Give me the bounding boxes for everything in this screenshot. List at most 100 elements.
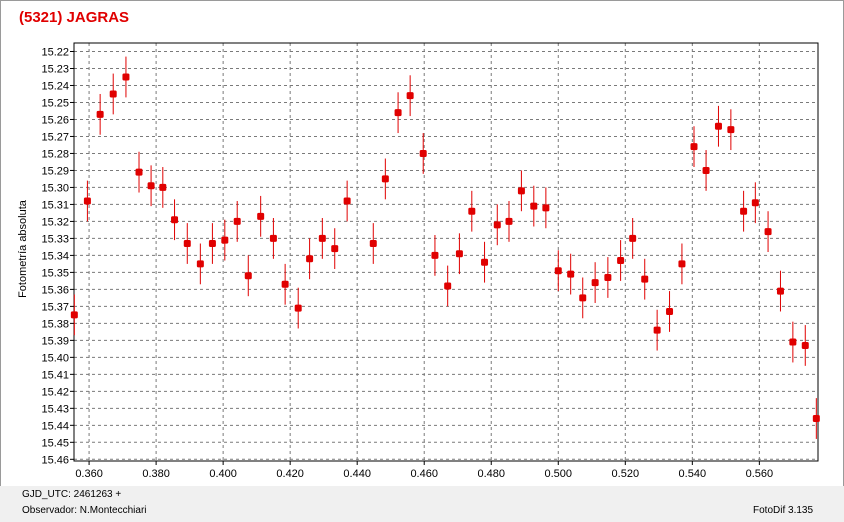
data-point <box>83 180 91 222</box>
y-tick-label: 15.45 <box>41 437 69 449</box>
data-point <box>171 199 179 241</box>
chart-panel: (5321) JAGRAS 15.22 15.23 15.24 15.25 15.26 1… <box>0 0 844 487</box>
data-point <box>517 170 525 212</box>
y-tick-label: 15.32 <box>41 216 69 228</box>
data-point <box>493 204 501 246</box>
data-point <box>269 218 277 259</box>
point-marker <box>244 272 252 280</box>
point-marker <box>281 280 289 288</box>
data-point <box>419 133 427 174</box>
y-tick-label: 15.29 <box>41 165 69 177</box>
data-point <box>678 243 686 285</box>
x-tick-label: 0.360 <box>75 468 103 480</box>
point-marker <box>702 166 710 174</box>
data-point <box>591 262 599 303</box>
data-point <box>629 218 637 259</box>
point-marker <box>801 341 809 349</box>
point-marker <box>542 204 550 212</box>
y-tick-label: 15.30 <box>41 182 69 194</box>
data-point <box>554 250 562 292</box>
data-point <box>306 238 314 280</box>
status-footer: GJD_UTC: 2461263 + Observador: N.Montecc… <box>0 486 844 522</box>
data-point <box>764 211 772 252</box>
data-point <box>70 294 78 336</box>
y-tick-label: 15.31 <box>41 199 69 211</box>
point-marker <box>554 267 562 275</box>
y-tick-label: 15.39 <box>41 335 69 347</box>
data-point <box>641 258 649 300</box>
data-point <box>727 109 735 151</box>
point-marker <box>727 126 735 134</box>
point-marker <box>306 255 314 263</box>
point-marker <box>96 110 104 118</box>
point-marker <box>468 207 476 215</box>
point-marker <box>666 307 674 315</box>
data-point <box>406 75 414 117</box>
data-point <box>740 190 748 232</box>
data-point <box>244 255 252 297</box>
point-marker <box>208 240 216 248</box>
point-marker <box>369 240 377 248</box>
data-point <box>431 235 439 276</box>
version-label: FotoDif 3.135 <box>753 505 814 516</box>
point-marker <box>617 256 625 264</box>
y-tick-label: 15.35 <box>41 267 69 279</box>
data-point <box>109 73 117 115</box>
point-marker <box>764 228 772 236</box>
data-point <box>789 321 797 363</box>
data-point <box>653 309 661 351</box>
data-point <box>444 265 452 307</box>
point-marker <box>221 236 229 244</box>
point-marker <box>233 217 241 225</box>
data-point <box>122 56 130 98</box>
y-tick-label: 15.33 <box>41 233 69 245</box>
point-marker <box>591 279 599 287</box>
point-marker <box>331 245 339 253</box>
data-point <box>702 150 710 191</box>
data-point <box>208 223 216 264</box>
data-point <box>812 398 820 439</box>
data-point <box>455 233 463 275</box>
data-point <box>567 253 575 295</box>
point-marker <box>183 240 191 248</box>
data-point <box>281 263 289 305</box>
point-marker <box>493 221 501 229</box>
data-point <box>579 277 587 319</box>
x-axis: 0.360 0.380 0.400 0.420 0.440 0.460 0.480 0.500… <box>75 461 773 480</box>
data-point <box>776 270 784 312</box>
point-marker <box>505 217 513 225</box>
y-axis-label: Fotometría absoluta <box>17 199 29 298</box>
y-tick-label: 15.38 <box>41 318 69 330</box>
y-tick-label: 15.23 <box>41 63 69 75</box>
point-marker <box>257 212 265 220</box>
y-tick-label: 15.42 <box>41 386 69 398</box>
point-marker <box>343 197 351 205</box>
data-point <box>801 325 809 366</box>
data-points <box>70 56 820 439</box>
point-marker <box>122 73 130 81</box>
point-marker <box>135 168 143 176</box>
data-point <box>318 218 326 259</box>
data-point <box>530 185 538 227</box>
y-tick-label: 15.22 <box>41 46 69 58</box>
y-tick-label: 15.43 <box>41 403 69 415</box>
point-marker <box>776 287 784 295</box>
y-tick-label: 15.41 <box>41 369 69 381</box>
data-point <box>481 241 489 283</box>
y-axis: 15.22 15.23 15.24 15.25 15.26 15.27 15.28 15.29… <box>41 46 74 466</box>
data-point <box>135 151 143 193</box>
data-point <box>666 291 674 332</box>
data-point <box>714 105 722 147</box>
data-point <box>751 182 759 224</box>
point-marker <box>812 415 820 423</box>
data-point <box>147 165 155 207</box>
x-tick-label: 0.480 <box>477 468 505 480</box>
data-point <box>690 126 698 168</box>
point-marker <box>171 216 179 224</box>
y-tick-label: 15.37 <box>41 301 69 313</box>
point-marker <box>431 251 439 259</box>
data-point <box>343 180 351 222</box>
point-marker <box>629 234 637 242</box>
data-point <box>617 240 625 281</box>
data-point <box>294 287 302 329</box>
